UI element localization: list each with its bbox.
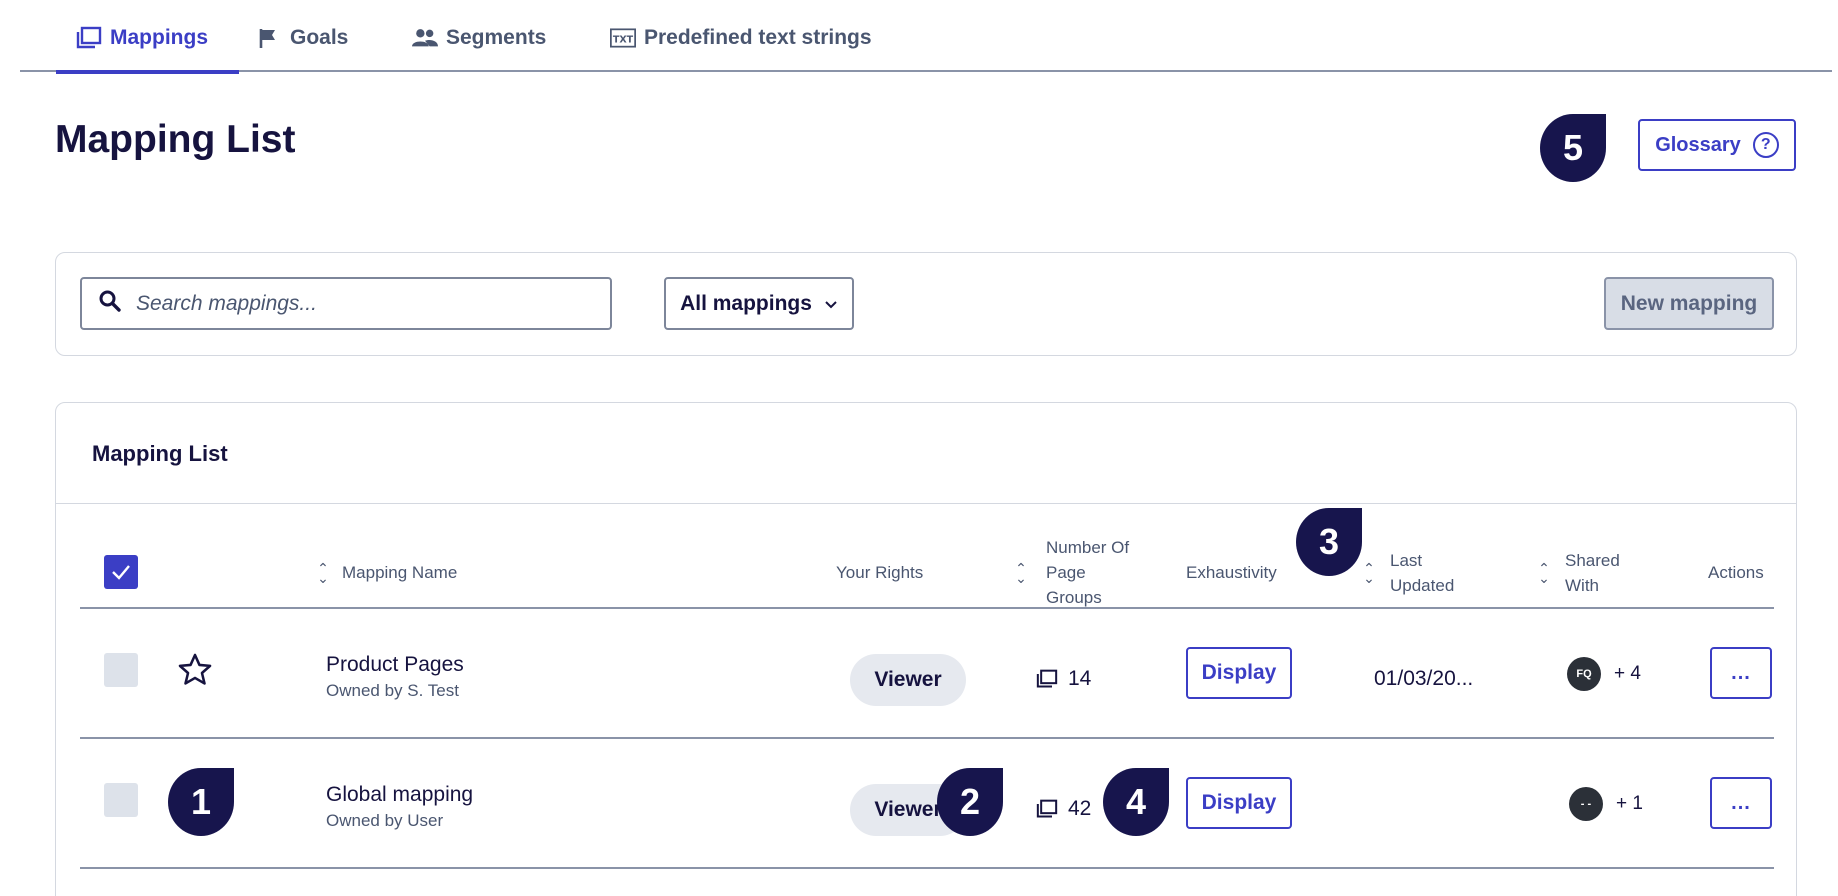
- page-groups-count: 42: [1036, 797, 1091, 821]
- mapping-name-cell: Product Pages Owned by S. Test: [326, 653, 464, 701]
- column-header-actions: Actions: [1708, 563, 1764, 582]
- tab-label: Segments: [446, 26, 547, 49]
- filter-label: All mappings: [680, 291, 812, 315]
- tab-label: Mappings: [110, 26, 208, 49]
- header-line: Shared: [1565, 551, 1620, 570]
- mapping-name[interactable]: Global mapping: [326, 783, 473, 807]
- mapping-owner: Owned by User: [326, 811, 444, 830]
- mapping-name[interactable]: Product Pages: [326, 653, 464, 677]
- count-value: 42: [1068, 797, 1092, 820]
- toolbar: All mappings New mapping: [55, 252, 1797, 356]
- more-actions-button[interactable]: ...: [1710, 777, 1772, 829]
- column-header-exhaustivity: Exhaustivity: [1186, 563, 1277, 582]
- last-updated-date: 01/03/20...: [1374, 667, 1474, 690]
- mapping-owner: Owned by S. Test: [326, 681, 459, 700]
- page-groups-count: 14: [1036, 667, 1091, 691]
- marker-2: 2: [937, 768, 1003, 836]
- flag-icon: [256, 26, 282, 50]
- search-input[interactable]: [136, 291, 576, 316]
- display-exhaustivity-button[interactable]: Display: [1186, 647, 1292, 699]
- header-line: Last: [1390, 551, 1423, 570]
- glossary-label: Glossary: [1655, 133, 1741, 156]
- mapping-filter-dropdown[interactable]: All mappings: [664, 277, 854, 330]
- column-header-shared-with[interactable]: ⌃ ⌄ Shared With: [1537, 548, 1620, 598]
- row-divider: [80, 867, 1774, 869]
- search-box[interactable]: [80, 277, 612, 330]
- tab-label: Predefined text strings: [644, 26, 872, 49]
- page-title: Mapping List: [55, 118, 296, 161]
- mappings-icon: [76, 26, 102, 50]
- tab-mappings[interactable]: Mappings: [56, 26, 239, 74]
- svg-text:TXT: TXT: [613, 34, 634, 45]
- header-label: Mapping Name: [342, 563, 458, 582]
- avatar[interactable]: FQ: [1567, 657, 1601, 691]
- rights-badge: Viewer: [850, 654, 966, 706]
- tab-bar: Mappings Goals Segments TXT Predefined t…: [20, 18, 1832, 74]
- row-divider: [80, 737, 1774, 739]
- header-line: Page: [1046, 563, 1086, 582]
- header-line: With: [1565, 576, 1599, 595]
- more-actions-button[interactable]: ...: [1710, 647, 1772, 699]
- row-checkbox[interactable]: [104, 783, 138, 817]
- chevron-down-icon: [824, 292, 838, 316]
- check-icon: [112, 565, 130, 580]
- sort-icon: ⌃ ⌄: [1015, 559, 1027, 586]
- page-groups-icon: [1036, 669, 1058, 688]
- column-header-your-rights: Your Rights: [836, 563, 924, 582]
- people-icon: [412, 26, 438, 50]
- column-header-page-groups[interactable]: ⌃ ⌄ Number Of Page Groups: [1014, 535, 1129, 610]
- display-exhaustivity-button[interactable]: Display: [1186, 777, 1292, 829]
- page-groups-icon: [1036, 799, 1058, 818]
- new-mapping-button[interactable]: New mapping: [1604, 277, 1774, 330]
- mapping-name-cell: Global mapping Owned by User: [326, 783, 473, 831]
- header-label: Shared With: [1565, 548, 1620, 598]
- column-header-mapping-name[interactable]: ⌃ ⌄ Mapping Name: [316, 560, 457, 585]
- marker-4: 4: [1103, 768, 1169, 836]
- marker-5: 5: [1540, 114, 1606, 182]
- tab-segments[interactable]: Segments: [412, 26, 546, 72]
- header-line: Updated: [1390, 576, 1455, 595]
- sort-icon: ⌃ ⌄: [1538, 560, 1550, 586]
- search-icon: [98, 289, 122, 318]
- sort-icon: ⌃ ⌄: [1363, 560, 1375, 586]
- tab-predefined-text-strings[interactable]: TXT Predefined text strings: [610, 26, 872, 72]
- sort-icon: ⌃ ⌄: [317, 559, 329, 586]
- tab-goals[interactable]: Goals: [256, 26, 348, 72]
- avatar[interactable]: - -: [1569, 787, 1603, 821]
- txt-icon: TXT: [610, 26, 636, 50]
- column-header-last-updated[interactable]: ⌃ ⌄ Last Updated: [1362, 548, 1454, 598]
- marker-1: 1: [168, 768, 234, 836]
- help-icon: ?: [1752, 132, 1779, 158]
- marker-3: 3: [1296, 508, 1362, 576]
- glossary-button[interactable]: Glossary ?: [1638, 119, 1796, 171]
- count-value: 14: [1068, 667, 1092, 690]
- mapping-list-card: Mapping List ⌃ ⌄ Mapping Name Your Rights…: [55, 402, 1797, 896]
- select-all-checkbox[interactable]: [104, 555, 138, 589]
- tab-label: Goals: [290, 26, 349, 49]
- header-label: Number Of Page Groups: [1046, 535, 1129, 610]
- header-line: Number Of: [1046, 538, 1130, 557]
- shared-extra-count[interactable]: + 1: [1616, 793, 1643, 815]
- star-icon[interactable]: [176, 651, 214, 694]
- divider: [56, 503, 1796, 504]
- header-label: Last Updated: [1390, 548, 1454, 598]
- row-checkbox[interactable]: [104, 653, 138, 687]
- shared-extra-count[interactable]: + 4: [1614, 663, 1641, 685]
- list-title: Mapping List: [92, 441, 228, 466]
- header-divider: [80, 607, 1774, 609]
